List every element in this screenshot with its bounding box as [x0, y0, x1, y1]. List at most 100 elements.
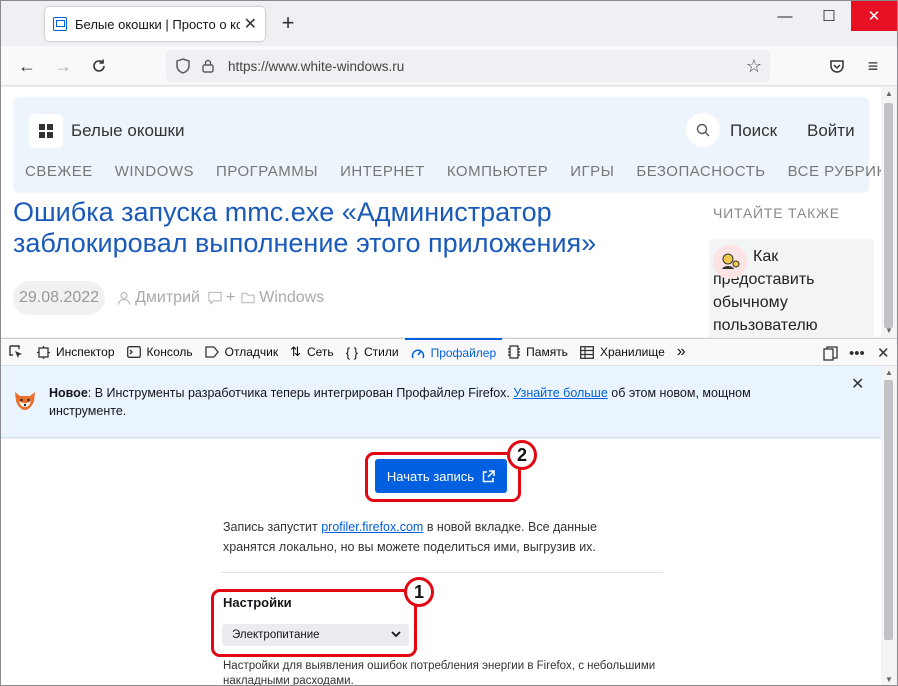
scrollbar-thumb[interactable]: [884, 103, 893, 328]
minimize-button[interactable]: —: [765, 1, 805, 31]
tab-inspector-label: Инспектор: [56, 345, 115, 359]
tab-debugger-label: Отладчик: [224, 345, 279, 359]
reload-icon[interactable]: [85, 52, 113, 80]
storage-icon: [579, 345, 594, 359]
comments-plus[interactable]: +: [226, 289, 235, 307]
menu-item[interactable]: БЕЗОПАСНОСТЬ: [636, 163, 765, 180]
back-icon[interactable]: ←: [13, 52, 41, 80]
tab-memory[interactable]: Память: [502, 338, 574, 366]
browser-window: Белые окошки | Просто о комп ✕ + — ☐ ✕ ←…: [0, 0, 898, 686]
scroll-up-icon[interactable]: ▲: [884, 368, 894, 377]
tab-profiler-label: Профайлер: [430, 346, 497, 360]
browser-tab[interactable]: Белые окошки | Просто о комп ✕: [45, 7, 265, 41]
url-text[interactable]: https://www.white-windows.ru: [228, 59, 746, 74]
login-link[interactable]: Войти: [807, 121, 855, 141]
notice-bold: Новое: [49, 386, 88, 400]
forward-icon[interactable]: →: [49, 52, 77, 80]
article-meta: 29.08.2022 Дмитрий + Windows: [13, 280, 324, 316]
tab-network-label: Сеть: [306, 345, 334, 359]
element-picker-icon[interactable]: [1, 338, 31, 366]
devtools-options-icon[interactable]: •••: [849, 339, 865, 367]
profiler-notice: Новое: В Инструменты разработчика теперь…: [1, 366, 881, 438]
menu-item[interactable]: ИНТЕРНЕТ: [340, 163, 425, 180]
page-scrollbar[interactable]: ▲ ▼: [881, 87, 897, 337]
web-page: Белые окошки Поиск Войти СВЕЖЕЕ WINDOWS …: [1, 87, 881, 337]
close-window-button[interactable]: ✕: [851, 1, 897, 31]
tab-console-label: Консоль: [146, 345, 193, 359]
annotation-box-2: [365, 452, 521, 502]
devtools-scrollbar[interactable]: ▲ ▼: [881, 366, 897, 685]
folder-icon: [241, 291, 255, 305]
site-logo-icon[interactable]: [29, 114, 63, 148]
url-bar[interactable]: https://www.white-windows.ru ☆: [166, 50, 770, 82]
preset-hint: Настройки для выявления ошибок потреблен…: [223, 660, 656, 686]
menu-item[interactable]: WINDOWS: [115, 163, 194, 180]
network-icon: ⇅: [290, 344, 301, 359]
menu-item[interactable]: ВСЕ РУБРИКИ: [788, 163, 881, 180]
devtools-close-icon[interactable]: ✕: [877, 339, 890, 367]
scroll-down-icon[interactable]: ▼: [884, 675, 894, 684]
notice-close-icon[interactable]: ✕: [851, 376, 864, 394]
tab-memory-label: Память: [526, 345, 568, 359]
sidebar-article-card[interactable]: Как предоставить обычному пользователю: [709, 239, 874, 337]
divider: [221, 572, 663, 573]
hamburger-menu-icon[interactable]: ≡: [859, 52, 887, 80]
lock-icon[interactable]: [202, 59, 214, 73]
comment-icon: [208, 291, 222, 305]
annotation-badge-2: 2: [507, 440, 537, 470]
console-icon: [126, 346, 141, 358]
nav-bar: ← → https://www.white-windows.ru ☆ ≡: [1, 46, 897, 86]
profiler-description: Запись запустит profiler.firefox.com в н…: [223, 517, 643, 557]
tab-close-icon[interactable]: ✕: [244, 14, 257, 34]
article-thumbnail-icon: [713, 245, 747, 279]
tab-styles[interactable]: { } Стили: [340, 338, 405, 366]
maximize-button[interactable]: ☐: [809, 1, 849, 31]
tab-inspector[interactable]: Инспектор: [31, 338, 121, 366]
scroll-down-icon[interactable]: ▼: [884, 326, 894, 335]
annotation-badge-1: 1: [404, 577, 434, 607]
desc-pre: Запись запустит: [223, 520, 322, 534]
firefox-fox-icon: [13, 390, 37, 412]
tab-network[interactable]: ⇅ Сеть: [284, 338, 340, 366]
menu-item[interactable]: ИГРЫ: [570, 163, 614, 180]
tab-profiler[interactable]: Профайлер: [404, 338, 503, 366]
notice-message: Новое: В Инструменты разработчика теперь…: [49, 384, 819, 420]
search-link[interactable]: Поиск: [730, 121, 777, 141]
annotation-box-1: [211, 589, 417, 657]
menu-item[interactable]: ПРОГРАММЫ: [216, 163, 318, 180]
sidebar-heading: ЧИТАЙТЕ ТАКЖЕ: [713, 205, 840, 221]
site-header: Белые окошки Поиск Войти СВЕЖЕЕ WINDOWS …: [13, 97, 881, 193]
menu-item[interactable]: СВЕЖЕЕ: [25, 163, 93, 180]
memory-icon: [508, 345, 521, 359]
styles-icon: { }: [345, 344, 358, 360]
bookmark-star-icon[interactable]: ☆: [746, 56, 762, 77]
devtools-toolbar: Инспектор Консоль Отладчик ⇅ Сеть { } Ст…: [1, 338, 897, 366]
user-icon: [117, 291, 131, 305]
notice-text-1: : В Инструменты разработчика теперь инте…: [87, 386, 514, 400]
shield-icon[interactable]: [176, 58, 190, 74]
article-date: 29.08.2022: [13, 281, 106, 315]
tab-console[interactable]: Консоль: [121, 338, 199, 366]
profiler-panel: Начать запись 2 Запись запустит profiler…: [1, 439, 881, 686]
article-author[interactable]: Дмитрий: [135, 289, 200, 307]
tab-debugger[interactable]: Отладчик: [199, 338, 284, 366]
site-name[interactable]: Белые окошки: [71, 121, 184, 141]
more-tools-icon[interactable]: »: [671, 338, 692, 366]
favicon-icon: [53, 17, 67, 31]
dock-mode-icon[interactable]: [823, 339, 838, 367]
article-category[interactable]: Windows: [259, 289, 324, 307]
search-icon[interactable]: [686, 113, 720, 147]
debugger-icon: [204, 346, 219, 358]
tab-strip: Белые окошки | Просто о комп ✕ + — ☐ ✕: [1, 1, 897, 46]
scrollbar-thumb[interactable]: [884, 380, 893, 640]
pocket-icon[interactable]: [823, 52, 851, 80]
profiler-link[interactable]: profiler.firefox.com: [321, 520, 423, 534]
scroll-up-icon[interactable]: ▲: [884, 89, 894, 98]
article-title: Ошибка запуска mmc.exe «Администратор за…: [13, 197, 597, 258]
profiler-icon: [411, 347, 425, 359]
menu-item[interactable]: КОМПЬЮТЕР: [447, 163, 548, 180]
new-tab-button[interactable]: +: [277, 11, 299, 35]
tab-storage[interactable]: Хранилище: [574, 338, 671, 366]
inspector-icon: [37, 345, 50, 359]
learn-more-link[interactable]: Узнайте больше: [513, 386, 607, 400]
